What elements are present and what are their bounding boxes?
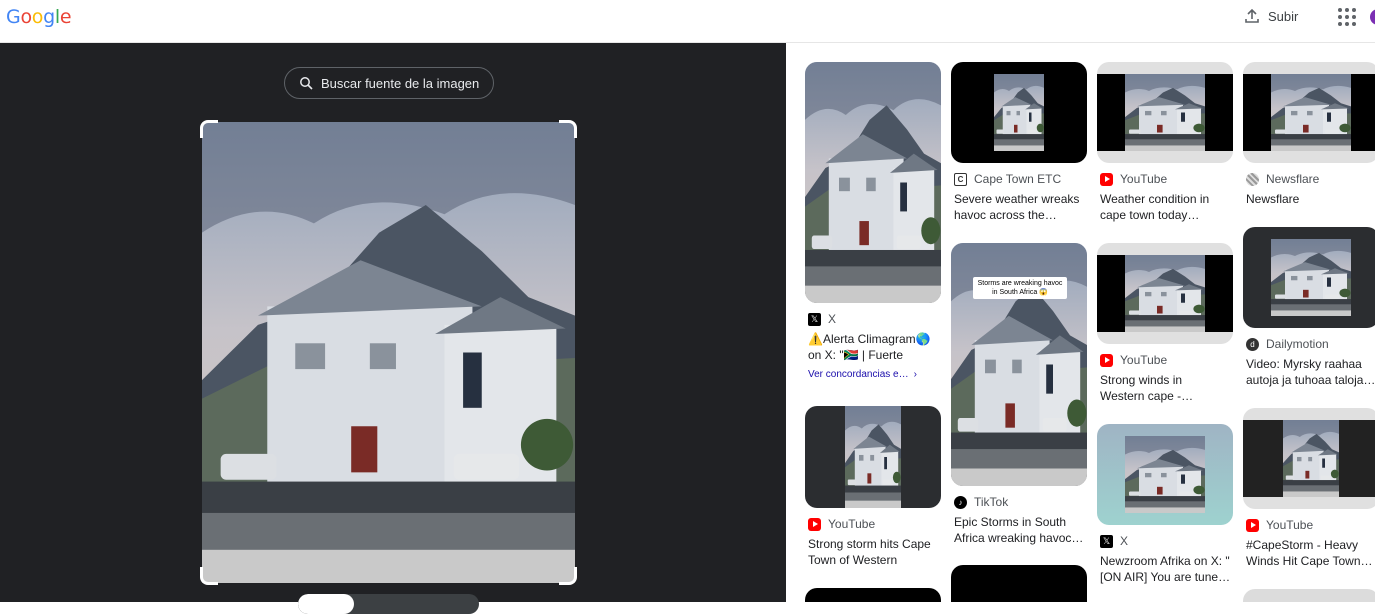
crop-handle-top-left[interactable] — [200, 120, 218, 138]
lens-search-icon — [300, 77, 313, 90]
youtube-icon — [1100, 172, 1113, 186]
result-source: X — [1120, 534, 1129, 548]
find-image-source-label: Buscar fuente de la imagen — [321, 75, 480, 91]
result-title[interactable]: Video: Myrsky raahaa autoja ja tuhoaa tal… — [1243, 356, 1375, 388]
result-title[interactable]: Newsflare — [1243, 191, 1375, 223]
youtube-icon — [1246, 518, 1259, 532]
result-source: X — [828, 312, 837, 326]
newsflare-icon — [1246, 172, 1259, 186]
youtube-icon — [1100, 353, 1113, 367]
result-title[interactable]: #CapeStorm - Heavy Winds Hit Cape Town… — [1243, 537, 1375, 569]
result-card[interactable]: C Cape Town ETC Severe weather wreaks havo… — [951, 62, 1087, 223]
result-title[interactable]: Newzroom Afrika on X: " [ON AIR] You are … — [1097, 553, 1233, 585]
result-thumbnail[interactable] — [1097, 243, 1233, 344]
see-matches-link[interactable]: Ver concordancias e… › — [805, 369, 941, 380]
result-card[interactable]: d Dailymotion Video: Myrsky raahaa autoja … — [1243, 227, 1375, 388]
crop-handle-bottom-left[interactable] — [200, 567, 218, 585]
result-thumbnail[interactable] — [805, 588, 941, 602]
result-title[interactable]: Strong storm hits CapeTown of Western Ca… — [805, 536, 941, 568]
image-viewer-panel: Buscar fuente de la imagen — [0, 43, 786, 614]
crop-handle-top-right[interactable] — [559, 120, 577, 138]
query-image — [202, 122, 575, 583]
result-source: YouTube — [1120, 353, 1168, 367]
result-title[interactable]: ⚠️Alerta Climagram🌎on X: "🇿🇦 | Fuerte vi… — [805, 331, 941, 363]
result-thumbnail[interactable] — [951, 62, 1087, 163]
youtube-icon — [808, 517, 821, 531]
result-card[interactable] — [805, 588, 941, 602]
result-source: YouTube — [1266, 518, 1314, 532]
result-title[interactable]: Strong winds in Western cape -… — [1097, 372, 1233, 404]
result-title[interactable]: Weather condition in cape town today… — [1097, 191, 1233, 223]
x-logo-icon: 𝕏 — [808, 312, 821, 326]
result-source: Dailymotion — [1266, 337, 1329, 351]
result-title[interactable]: Epic Storms in South Africa wreaking havo… — [951, 514, 1087, 546]
mode-toggle[interactable] — [298, 594, 479, 614]
mode-toggle-active[interactable] — [298, 594, 354, 614]
crop-handle-bottom-right[interactable] — [559, 567, 577, 585]
result-card[interactable]: 𝕏X ⚠️Alerta Climagram🌎 on X: "🇿🇦 | Fuerte… — [805, 62, 941, 380]
x-logo-icon: 𝕏 — [1100, 534, 1113, 548]
result-card[interactable] — [951, 565, 1087, 602]
dailymotion-icon: d — [1246, 337, 1259, 351]
upload-icon — [1245, 8, 1259, 23]
result-thumbnail[interactable]: Storms are wreaking havoc in South Afric… — [951, 243, 1087, 486]
find-image-source-button[interactable]: Buscar fuente de la imagen — [284, 67, 495, 99]
result-thumbnail[interactable] — [1243, 62, 1375, 163]
result-thumbnail[interactable] — [805, 62, 941, 303]
result-source: TikTok — [974, 495, 1009, 509]
result-thumbnail[interactable] — [951, 565, 1087, 602]
result-card[interactable]: YouTube Strong winds in Western cape -… — [1097, 243, 1233, 404]
result-card[interactable]: YouTube Strong storm hits Cape Town of We… — [805, 406, 941, 568]
result-thumbnail[interactable] — [1243, 589, 1375, 602]
result-card[interactable]: YouTube #CapeStorm - Heavy Winds Hit Cape… — [1243, 408, 1375, 569]
avatar[interactable] — [1370, 9, 1375, 25]
result-card[interactable]: Storms are wreaking havoc in South Afric… — [951, 243, 1087, 546]
result-thumbnail[interactable] — [1243, 227, 1375, 328]
video-caption-overlay: Storms are wreaking havoc in South Afric… — [973, 277, 1067, 299]
cape-town-etc-icon: C — [954, 172, 967, 186]
result-thumbnail[interactable] — [805, 406, 941, 508]
google-logo[interactable]: Google — [6, 6, 72, 28]
result-source: YouTube — [828, 517, 876, 531]
apps-grid-icon[interactable] — [1338, 8, 1356, 26]
tiktok-icon: ♪ — [954, 495, 967, 509]
result-source: YouTube — [1120, 172, 1168, 186]
upload-button[interactable]: Subir — [1244, 8, 1298, 24]
top-bar: Google Subir — [0, 0, 1375, 43]
result-title[interactable]: Severe weather wreaks havoc across the… — [951, 191, 1087, 223]
result-card[interactable] — [1243, 589, 1375, 602]
result-thumbnail[interactable] — [1243, 408, 1375, 509]
result-source: Cape Town ETC — [974, 172, 1062, 186]
chevron-right-icon: › — [913, 369, 917, 380]
result-thumbnail[interactable] — [1097, 424, 1233, 525]
result-source: Newsflare — [1266, 172, 1320, 186]
results-panel: 𝕏X ⚠️Alerta Climagram🌎 on X: "🇿🇦 | Fuerte… — [786, 43, 1375, 602]
result-card[interactable]: 𝕏X Newzroom Afrika on X: " [ON AIR] You a… — [1097, 424, 1233, 585]
result-card[interactable]: Newsflare Newsflare — [1243, 62, 1375, 223]
result-card[interactable]: YouTube Weather condition in cape town to… — [1097, 62, 1233, 223]
upload-label: Subir — [1268, 8, 1299, 24]
result-thumbnail[interactable] — [1097, 62, 1233, 163]
